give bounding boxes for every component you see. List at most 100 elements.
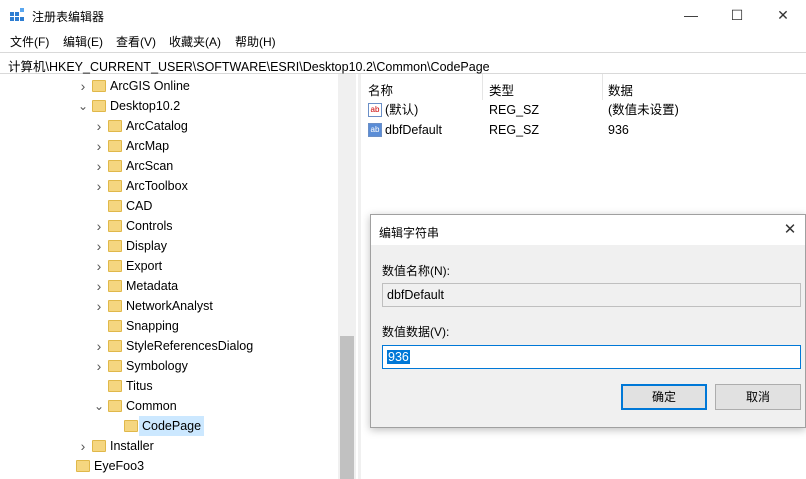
chevron-right-icon[interactable]: › xyxy=(94,356,104,376)
folder-icon xyxy=(92,80,106,92)
column-header-data[interactable]: 数据 xyxy=(608,80,633,99)
dialog-close-button[interactable]: ✕ xyxy=(779,219,801,241)
close-button[interactable]: ✕ xyxy=(760,0,806,30)
chevron-right-icon[interactable]: › xyxy=(94,336,104,356)
string-value-icon: ab xyxy=(368,103,382,117)
chevron-down-icon[interactable]: ⌄ xyxy=(94,396,104,416)
column-header-type[interactable]: 类型 xyxy=(489,80,514,99)
pane-splitter[interactable] xyxy=(358,74,361,479)
value-name-field: dbfDefault xyxy=(382,283,801,307)
registry-tree: › ArcGIS Online ⌄ Desktop10.2 › ArcCatalog › Ar… xyxy=(0,74,358,479)
value-name-label: 数值名称(N): xyxy=(382,264,450,278)
chevron-right-icon[interactable]: › xyxy=(94,136,104,156)
chevron-right-icon[interactable]: › xyxy=(78,76,88,96)
tree-node-label: ArcCatalog xyxy=(126,119,188,133)
tree-node-label: Desktop10.2 xyxy=(110,99,181,113)
tree-scrollbar-thumb[interactable] xyxy=(340,336,354,479)
tree-node-label: ArcGIS Online xyxy=(110,79,190,93)
tree-node-label: ArcScan xyxy=(126,159,174,173)
folder-icon xyxy=(108,200,122,212)
value-data: (数值未设置) xyxy=(608,103,679,117)
folder-icon xyxy=(92,440,106,452)
chevron-right-icon[interactable]: › xyxy=(94,236,104,256)
menu-bar: 文件(F) 编辑(E) 查看(V) 收藏夹(A) 帮助(H) xyxy=(0,30,806,50)
folder-icon xyxy=(108,180,122,192)
value-name: (默认) xyxy=(385,103,419,117)
tree-node-label: EyeFoo3 xyxy=(94,459,145,473)
folder-icon xyxy=(92,100,106,112)
list-row[interactable]: ab dbfDefault REG_SZ 936 xyxy=(362,120,806,140)
value-name: dbfDefault xyxy=(385,123,442,137)
value-data: 936 xyxy=(608,123,629,137)
value-data-label: 数值数据(V): xyxy=(382,325,450,339)
value-type: REG_SZ xyxy=(489,123,540,137)
tree-node-label: CodePage xyxy=(139,416,205,436)
tree-node-label: ArcToolbox xyxy=(126,179,188,193)
chevron-right-icon[interactable]: › xyxy=(94,216,104,236)
menu-help[interactable]: 帮助(H) xyxy=(235,33,276,50)
tree-node-label: Symbology xyxy=(126,359,188,373)
window-title: 注册表编辑器 xyxy=(32,10,105,24)
ok-button[interactable]: 确定 xyxy=(621,384,707,410)
tree-node-label: Titus xyxy=(126,379,153,393)
chevron-right-icon[interactable]: › xyxy=(94,256,104,276)
folder-icon xyxy=(108,400,122,412)
tree-node-label: Common xyxy=(126,399,177,413)
list-row[interactable]: ab (默认) REG_SZ (数值未设置) xyxy=(362,100,806,120)
value-data-text: 936 xyxy=(387,350,410,364)
chevron-right-icon[interactable]: › xyxy=(94,116,104,136)
address-path[interactable]: 计算机\HKEY_CURRENT_USER\SOFTWARE\ESRI\Desk… xyxy=(8,56,490,75)
tree-node-label: Snapping xyxy=(126,319,179,333)
chevron-right-icon[interactable]: › xyxy=(78,436,88,456)
folder-icon xyxy=(108,280,122,292)
chevron-right-icon[interactable]: › xyxy=(94,296,104,316)
menu-file[interactable]: 文件(F) xyxy=(10,33,49,50)
column-header-name[interactable]: 名称 xyxy=(368,80,393,99)
minimize-button[interactable]: — xyxy=(668,0,714,30)
folder-icon xyxy=(108,340,122,352)
folder-icon xyxy=(108,320,122,332)
folder-icon xyxy=(108,160,122,172)
value-type: REG_SZ xyxy=(489,103,540,117)
binary-value-icon: ab xyxy=(368,123,382,137)
menu-favorites[interactable]: 收藏夹(A) xyxy=(169,33,221,50)
dialog-title: 编辑字符串 xyxy=(379,226,440,240)
folder-icon xyxy=(108,260,122,272)
tree-node-label: ArcMap xyxy=(126,139,170,153)
folder-icon xyxy=(108,300,122,312)
edit-string-dialog: 编辑字符串 ✕ 数值名称(N): dbfDefault 数值数据(V): 936… xyxy=(370,214,806,428)
tree-node-label: Installer xyxy=(110,439,154,453)
menu-edit[interactable]: 编辑(E) xyxy=(63,33,103,50)
folder-icon xyxy=(124,420,138,432)
folder-icon xyxy=(108,140,122,152)
chevron-down-icon[interactable]: ⌄ xyxy=(78,96,88,116)
folder-icon xyxy=(76,460,90,472)
tree-node-label: Export xyxy=(126,259,163,273)
tree-node-label: StyleReferencesDialog xyxy=(126,339,254,353)
folder-icon xyxy=(108,360,122,372)
maximize-button[interactable]: ☐ xyxy=(714,0,760,30)
list-header: 名称 类型 数据 xyxy=(362,74,806,100)
folder-icon xyxy=(108,120,122,132)
chevron-right-icon[interactable]: › xyxy=(94,276,104,296)
cancel-button[interactable]: 取消 xyxy=(715,384,801,410)
chevron-right-icon[interactable]: › xyxy=(94,176,104,196)
address-bar[interactable]: 计算机\HKEY_CURRENT_USER\SOFTWARE\ESRI\Desk… xyxy=(0,52,806,74)
tree-node-label: Metadata xyxy=(126,279,179,293)
chevron-right-icon[interactable]: › xyxy=(94,156,104,176)
tree-node-label: Display xyxy=(126,239,167,253)
window-titlebar: 注册表编辑器 — ☐ ✕ xyxy=(0,0,806,30)
menu-view[interactable]: 查看(V) xyxy=(116,33,156,50)
tree-node-label: CAD xyxy=(126,199,153,213)
value-data-input[interactable]: 936 xyxy=(382,345,801,369)
tree-scrollbar[interactable] xyxy=(338,74,356,479)
folder-icon xyxy=(108,380,122,392)
registry-editor-icon xyxy=(10,8,24,21)
tree-node-label: NetworkAnalyst xyxy=(126,299,213,313)
folder-icon xyxy=(108,220,122,232)
